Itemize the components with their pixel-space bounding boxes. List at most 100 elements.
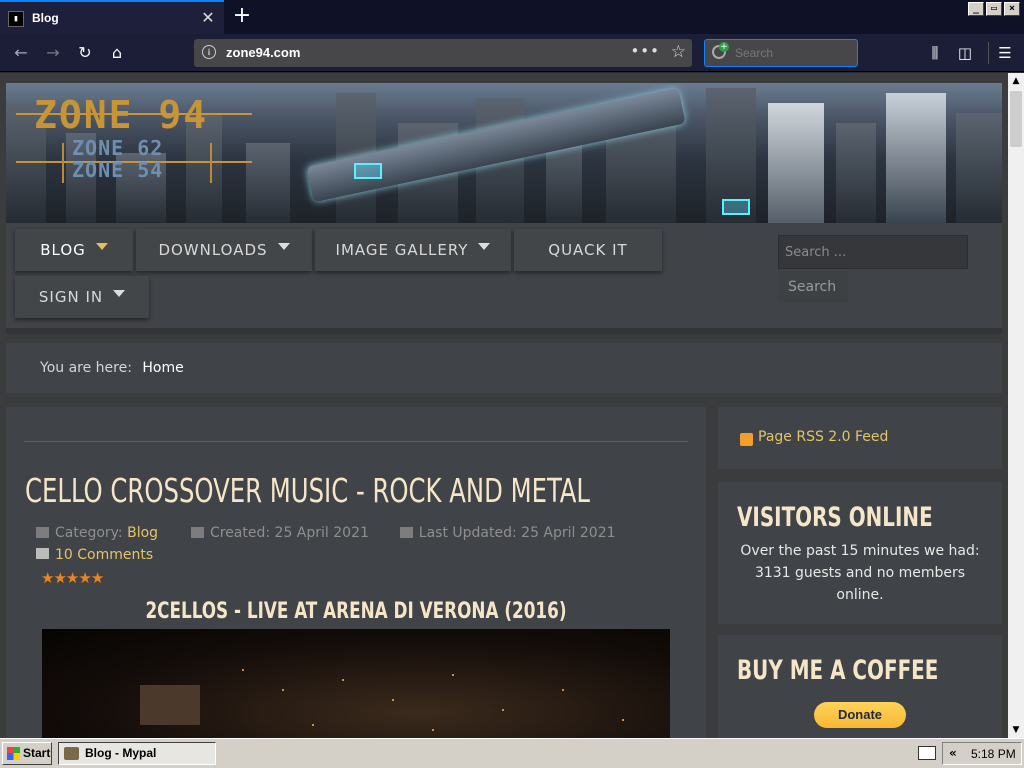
site-logo[interactable]: ZONE 94 bbox=[34, 93, 208, 137]
window-controls: _ ▭ × bbox=[968, 2, 1020, 16]
taskbar-item-browser[interactable]: Blog - Mypal bbox=[58, 742, 216, 765]
site-search-button[interactable]: Search bbox=[778, 271, 848, 303]
browser-search-input[interactable] bbox=[735, 44, 853, 62]
close-tab-icon[interactable]: ✕ bbox=[198, 8, 218, 28]
tab-strip: ▮ Blog ✕ + _ ▭ × bbox=[0, 0, 1024, 34]
scroll-thumb[interactable] bbox=[1010, 91, 1022, 147]
menu-divider bbox=[6, 328, 1002, 334]
breadcrumb-home[interactable]: Home bbox=[142, 360, 183, 376]
calendar-icon bbox=[190, 527, 204, 538]
browser-app-icon bbox=[64, 747, 79, 760]
home-button[interactable]: ⌂ bbox=[104, 40, 130, 66]
video-player[interactable] bbox=[42, 629, 670, 738]
star-icon[interactable]: ★ bbox=[66, 569, 79, 587]
video-frame-arena bbox=[140, 685, 200, 725]
taskbar-item-label: Blog - Mypal bbox=[85, 746, 157, 760]
star-rating[interactable]: ★★★★★ bbox=[41, 569, 104, 587]
rss-link[interactable]: Page RSS 2.0 Feed bbox=[758, 429, 888, 445]
rss-feed-module: Page RSS 2.0 Feed bbox=[718, 407, 1002, 469]
url-text[interactable]: zone94.com bbox=[226, 45, 300, 60]
coffee-title: BUY ME A COFFEE bbox=[737, 655, 939, 686]
comment-icon bbox=[36, 548, 49, 559]
forward-button[interactable]: → bbox=[40, 40, 66, 66]
chevron-down-icon bbox=[95, 243, 108, 250]
new-tab-button[interactable]: + bbox=[230, 3, 254, 28]
minimize-button[interactable]: _ bbox=[968, 2, 984, 16]
breadcrumb-prefix: You are here: bbox=[40, 360, 132, 376]
toolbar-separator bbox=[988, 42, 989, 64]
chevron-down-icon bbox=[113, 290, 126, 297]
article: CELLO CROSSOVER MUSIC - ROCK AND METAL C… bbox=[6, 407, 706, 738]
reload-button[interactable]: ↻ bbox=[72, 40, 98, 66]
folder-icon bbox=[36, 527, 49, 538]
menu-blog-label: BLOG bbox=[40, 241, 86, 259]
star-icon[interactable]: ★ bbox=[53, 569, 66, 587]
tray-expand-icon[interactable]: « bbox=[949, 746, 957, 760]
start-label: Start bbox=[23, 746, 51, 760]
browser-window: ▮ Blog ✕ + _ ▭ × ← → ↻ ⌂ i zone94.com ••… bbox=[0, 0, 1024, 738]
close-window-button[interactable]: × bbox=[1004, 2, 1020, 16]
buy-coffee-module: BUY ME A COFFEE Donate bbox=[718, 635, 1002, 738]
url-bar[interactable]: i zone94.com ••• ☆ bbox=[194, 39, 692, 67]
add-search-engine-icon: + bbox=[719, 42, 729, 52]
menu-image-gallery[interactable]: IMAGE GALLERY bbox=[315, 229, 511, 271]
article-divider bbox=[24, 441, 688, 442]
category-link[interactable]: Blog bbox=[127, 525, 158, 541]
visitors-title: VISITORS ONLINE bbox=[737, 502, 933, 533]
terminal-icon: ▮ bbox=[8, 11, 24, 27]
main-menu: BLOG DOWNLOADS IMAGE GALLERY QUACK IT SI… bbox=[6, 223, 1002, 328]
menu-quack-it-label: QUACK IT bbox=[548, 241, 628, 259]
hud-marker bbox=[722, 199, 750, 215]
category-label: Category: bbox=[55, 525, 123, 541]
start-button[interactable]: Start bbox=[2, 742, 52, 765]
updated-date: Last Updated: 25 April 2021 bbox=[418, 525, 616, 541]
star-icon[interactable]: ★ bbox=[41, 569, 54, 587]
menu-sign-in[interactable]: SIGN IN bbox=[15, 276, 149, 318]
article-title[interactable]: CELLO CROSSOVER MUSIC - ROCK AND METAL bbox=[25, 471, 590, 510]
back-button[interactable]: ← bbox=[8, 40, 34, 66]
scroll-up-icon[interactable]: ▲ bbox=[1008, 73, 1024, 89]
created-date: Created: 25 April 2021 bbox=[209, 525, 369, 541]
clock[interactable]: 5:18 PM bbox=[971, 747, 1016, 761]
page-viewport: ZONE 94 ZONE 62 ZONE 54 BLOG DOWNLOADS I… bbox=[0, 73, 1008, 738]
visitors-text: Over the past 15 minutes we had: 3131 gu… bbox=[740, 543, 980, 603]
menu-downloads-label: DOWNLOADS bbox=[158, 241, 268, 259]
menu-downloads[interactable]: DOWNLOADS bbox=[136, 229, 312, 271]
menu-image-gallery-label: IMAGE GALLERY bbox=[335, 241, 469, 259]
keyboard-icon[interactable] bbox=[918, 746, 936, 760]
system-tray: « 5:18 PM bbox=[942, 742, 1022, 765]
navigation-toolbar: ← → ↻ ⌂ i zone94.com ••• ☆ + ⫼ ◫ ☰ bbox=[0, 34, 1024, 72]
comments-link[interactable]: 10 Comments bbox=[36, 547, 153, 563]
calendar-icon bbox=[399, 527, 413, 538]
star-icon[interactable]: ★ bbox=[78, 569, 91, 587]
chevron-down-icon bbox=[478, 243, 491, 250]
tab-blog[interactable]: ▮ Blog ✕ bbox=[0, 0, 224, 34]
video-heading: 2CELLOS - LIVE AT ARENA DI VERONA (2016) bbox=[145, 599, 567, 624]
taskbar: Start Blog - Mypal « 5:18 PM bbox=[0, 738, 1024, 768]
info-icon[interactable]: i bbox=[202, 45, 216, 59]
chevron-down-icon bbox=[277, 243, 290, 250]
browser-search-box[interactable]: + bbox=[704, 39, 858, 67]
breadcrumb: You are here: Home bbox=[6, 343, 1002, 393]
menu-sign-in-label: SIGN IN bbox=[38, 288, 104, 306]
article-meta: Category: Blog Created: 25 April 2021 La… bbox=[36, 525, 616, 541]
visitors-online-module: VISITORS ONLINE Over the past 15 minutes… bbox=[718, 482, 1002, 624]
tab-title: Blog bbox=[32, 11, 59, 25]
menu-blog[interactable]: BLOG bbox=[15, 229, 133, 271]
restore-button[interactable]: ▭ bbox=[986, 2, 1002, 16]
bookmark-star-icon[interactable]: ☆ bbox=[671, 42, 686, 62]
library-icon[interactable]: ⫼ bbox=[922, 40, 948, 66]
star-icon[interactable]: ★ bbox=[91, 569, 104, 587]
hud-marker bbox=[354, 163, 382, 179]
page-actions-icon[interactable]: ••• bbox=[630, 42, 660, 60]
site-logo-sub: ZONE 62 ZONE 54 bbox=[62, 137, 212, 183]
site-header-banner: ZONE 94 ZONE 62 ZONE 54 bbox=[6, 83, 1002, 223]
comments-count[interactable]: 10 Comments bbox=[55, 547, 153, 563]
site-search-input[interactable] bbox=[778, 235, 968, 269]
scroll-down-icon[interactable]: ▼ bbox=[1008, 722, 1024, 738]
sidebar-icon[interactable]: ◫ bbox=[952, 40, 978, 66]
menu-quack-it[interactable]: QUACK IT bbox=[514, 229, 662, 271]
donate-button[interactable]: Donate bbox=[814, 702, 906, 728]
menu-icon[interactable]: ☰ bbox=[992, 40, 1018, 66]
page-scrollbar[interactable]: ▲ ▼ bbox=[1008, 73, 1024, 738]
